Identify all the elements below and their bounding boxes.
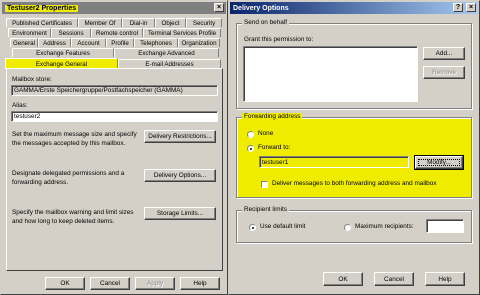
- tab-exchange-features[interactable]: Exchange Features: [12, 48, 114, 57]
- close-icon: ×: [216, 4, 222, 11]
- use-default-limit-label: Use default limit: [260, 223, 306, 230]
- grant-permission-list[interactable]: [243, 46, 418, 102]
- send-on-behalf-legend: Send on behalf: [242, 19, 289, 26]
- max-recipients-label: Maximum recipients:: [355, 223, 414, 230]
- help-icon: ?: [455, 4, 461, 11]
- properties-close-button[interactable]: ×: [214, 3, 224, 12]
- remove-button-label: Remove: [432, 69, 456, 76]
- delivery-restrictions-text: Set the maximum message size and specify…: [12, 131, 137, 147]
- properties-cancel-button[interactable]: Cancel: [90, 277, 130, 290]
- mailbox-store-label: Mailbox store:: [12, 76, 52, 83]
- tab-telephones[interactable]: Telephones: [134, 38, 178, 47]
- forward-to-radio[interactable]: [247, 145, 254, 152]
- properties-title: Testuser2 Properties: [5, 4, 79, 12]
- storage-limits-button[interactable]: Storage Limits...: [144, 207, 216, 220]
- delivery-close-button[interactable]: ×: [466, 3, 476, 12]
- grant-permission-label: Grant this permission to:: [244, 36, 314, 43]
- tab-address[interactable]: Address: [38, 38, 71, 47]
- forward-to-label: Forward to:: [258, 144, 291, 151]
- modify-button[interactable]: Modify...: [414, 155, 464, 170]
- delivery-restrictions-button[interactable]: Delivery Restrictions...: [144, 130, 216, 143]
- properties-titlebar[interactable]: Testuser2 Properties: [2, 2, 226, 14]
- tab-sessions[interactable]: Sessions: [51, 28, 91, 37]
- mailbox-store-field: GAMMA/Erste Speichergruppe/Postfachspeic…: [11, 85, 218, 96]
- forward-to-field: testuser1: [259, 156, 409, 168]
- modify-button-label: Modify...: [427, 159, 451, 166]
- properties-apply-button[interactable]: Apply: [135, 277, 175, 290]
- forwarding-address-legend: Forwarding address: [242, 113, 303, 120]
- max-recipients-radio[interactable]: [344, 224, 351, 231]
- recipient-limits-legend: Recipient limits: [242, 206, 289, 213]
- deliver-both-checkbox[interactable]: [261, 181, 268, 188]
- delivery-options-window: Delivery Options ? × Send on behalf Gran…: [228, 0, 480, 295]
- max-recipients-input[interactable]: [426, 219, 464, 233]
- add-button[interactable]: Add...: [423, 47, 465, 60]
- use-default-limit-radio[interactable]: [249, 224, 256, 231]
- mailbox-store-value: GAMMA/Erste Speichergruppe/Postfachspeic…: [14, 87, 183, 94]
- alias-value: testuser2: [14, 113, 41, 120]
- alias-label: Alias:: [12, 102, 28, 109]
- close-icon: ×: [468, 4, 474, 11]
- none-radio[interactable]: [247, 131, 254, 138]
- delivery-cancel-button[interactable]: Cancel: [374, 272, 414, 286]
- delivery-help-button[interactable]: Help: [425, 272, 465, 286]
- deliver-both-label: Deliver messages to both forwarding addr…: [272, 180, 437, 187]
- delivery-options-text: Designate delegated permissions and a fo…: [12, 170, 125, 186]
- delivery-title: Delivery Options: [233, 4, 289, 12]
- storage-limits-text: Specify the mailbox warning and limit si…: [12, 209, 134, 225]
- properties-ok-button[interactable]: OK: [45, 277, 85, 290]
- tab-terminal-services-profile[interactable]: Terminal Services Profile: [143, 28, 221, 37]
- delivery-ok-button[interactable]: OK: [323, 272, 363, 286]
- add-button-label: Add...: [435, 50, 453, 57]
- tab-account[interactable]: Account: [71, 38, 106, 47]
- delivery-options-button[interactable]: Delivery Options...: [144, 169, 216, 182]
- none-label: None: [258, 130, 274, 137]
- tab-environment[interactable]: Environment: [8, 28, 51, 37]
- tab-email-addresses[interactable]: E-mail Addresses: [118, 59, 221, 68]
- tab-remote-control[interactable]: Remote control: [91, 28, 143, 37]
- tab-security[interactable]: Security: [186, 18, 222, 27]
- properties-help-button[interactable]: Help: [180, 277, 220, 290]
- alias-input[interactable]: testuser2: [11, 111, 218, 122]
- tab-member-of[interactable]: Member Of: [78, 18, 122, 27]
- properties-window: Testuser2 Properties × Published Certifi…: [0, 0, 228, 295]
- delivery-titlebar[interactable]: Delivery Options: [230, 2, 478, 14]
- tab-profile[interactable]: Profile: [106, 38, 134, 47]
- tab-object[interactable]: Object: [155, 18, 186, 27]
- tab-organization[interactable]: Organization: [178, 38, 220, 47]
- tab-published-certificates[interactable]: Published Certificates: [6, 18, 78, 27]
- delivery-help-title-button[interactable]: ?: [453, 3, 463, 12]
- tab-dial-in[interactable]: Dial-in: [122, 18, 155, 27]
- remove-button[interactable]: Remove: [423, 66, 465, 79]
- tab-general[interactable]: General: [10, 38, 38, 47]
- forward-to-value: testuser1: [262, 158, 289, 166]
- tab-exchange-advanced[interactable]: Exchange Advanced: [114, 48, 219, 57]
